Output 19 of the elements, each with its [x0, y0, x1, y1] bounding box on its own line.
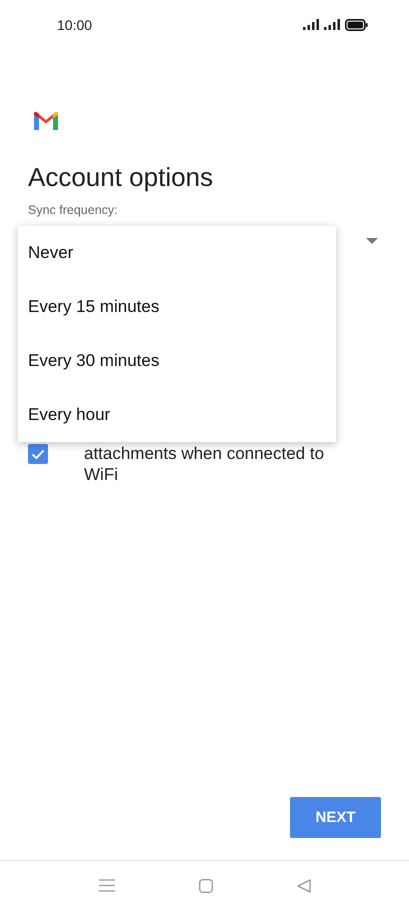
next-button[interactable]: NEXT: [290, 797, 381, 838]
back-icon[interactable]: [296, 878, 310, 892]
menu-item[interactable]: Every 15 minutes: [18, 280, 336, 334]
mail-logo-icon: [33, 111, 59, 131]
signal-icon: [324, 19, 341, 31]
field-label: Sync frequency:: [28, 203, 119, 217]
dropdown-caret-icon[interactable]: [366, 238, 378, 244]
status-time: 10:00: [57, 17, 92, 33]
menu-icon[interactable]: [98, 879, 114, 892]
signal-icon: [303, 19, 320, 31]
checkmark-icon: [31, 448, 45, 460]
menu-item[interactable]: Every hour: [18, 388, 336, 442]
menu-item[interactable]: Every 30 minutes: [18, 334, 336, 388]
checkbox-label: attachments when connected to WiFi: [84, 443, 326, 485]
page-title: Account options: [28, 161, 214, 193]
battery-icon: [345, 19, 368, 31]
menu-item[interactable]: Never: [18, 226, 336, 280]
checkbox[interactable]: [28, 444, 48, 464]
home-icon[interactable]: [198, 878, 212, 892]
